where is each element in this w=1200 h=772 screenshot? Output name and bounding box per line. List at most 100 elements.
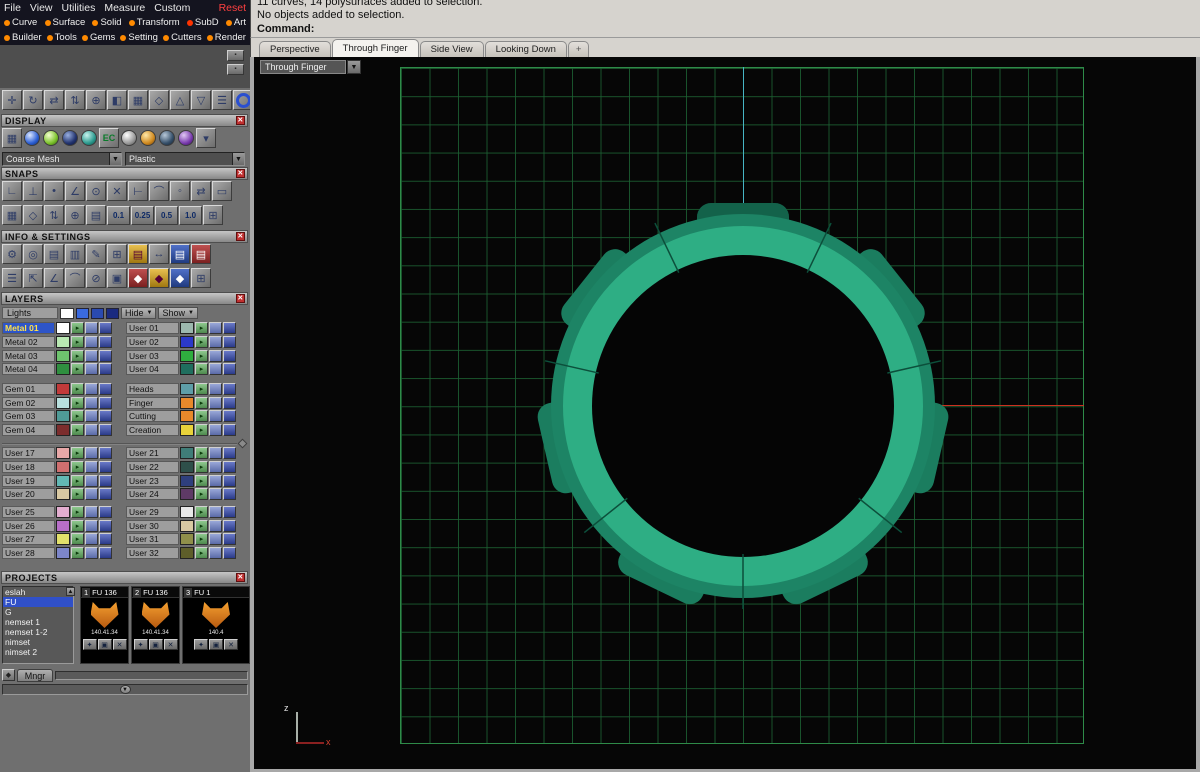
layer-row-user-32[interactable]: User 32 ▸ (126, 546, 236, 560)
panel-options-button[interactable]: ▪ (227, 64, 244, 75)
layer-lock-button[interactable] (85, 410, 98, 423)
curve-length-icon[interactable]: ⌒ (65, 268, 85, 288)
layer-row-user-27[interactable]: User 27 ▸ (2, 533, 112, 546)
view-selector-chevron-icon[interactable]: ▼ (347, 60, 361, 74)
layer-material-button[interactable] (99, 382, 112, 395)
layer-on-button[interactable]: ▸ (71, 533, 84, 546)
layer-lock-button[interactable] (85, 423, 98, 436)
layer-on-button[interactable]: ▸ (195, 519, 208, 532)
layer-on-button[interactable]: ▸ (71, 474, 84, 487)
ghosted-view-icon[interactable] (43, 130, 59, 146)
snap-step-0.5-button[interactable]: 0.5 (155, 206, 178, 225)
lights-toggle-2[interactable] (91, 307, 104, 319)
layer-material-button[interactable] (223, 349, 236, 362)
layer-row-user-21[interactable]: User 21 ▸ (126, 447, 236, 460)
layer-row-user-20[interactable]: User 20 ▸ (2, 488, 112, 501)
project-thumbnail-1[interactable]: 1 FU 136 140.41.34 ✦ ▣ ✕ (80, 586, 129, 664)
layer-row-gem-04[interactable]: Gem 04 ▸ (2, 423, 112, 436)
layer-material-button[interactable] (99, 322, 112, 335)
layer-on-button[interactable]: ▸ (195, 349, 208, 362)
layer-row-user-22[interactable]: User 22 ▸ (126, 461, 236, 474)
thumb-grid-button[interactable]: ▣ (209, 639, 223, 650)
panel-collapse-button[interactable]: ▪ (227, 50, 244, 61)
layer-color-swatch[interactable] (180, 488, 194, 501)
layer-row-user-19[interactable]: User 19 ▸ (2, 474, 112, 487)
snap-step-0.25-button[interactable]: 0.25 (131, 206, 154, 225)
layer-on-button[interactable]: ▸ (195, 410, 208, 423)
layer-color-swatch[interactable] (180, 505, 194, 518)
array-icon[interactable]: ▦ (128, 90, 148, 110)
layer-color-swatch[interactable] (180, 335, 194, 348)
layer-row-user-23[interactable]: User 23 ▸ (126, 474, 236, 487)
layer-material-button[interactable] (99, 363, 112, 376)
layer-material-button[interactable] (99, 349, 112, 362)
layer-color-swatch[interactable] (180, 382, 194, 395)
shaded-view-icon[interactable] (24, 130, 40, 146)
layer-material-button[interactable] (99, 461, 112, 474)
launcher-tools[interactable]: Tools (46, 32, 77, 43)
layer-color-swatch[interactable] (180, 474, 194, 487)
view-selector-dropdown[interactable]: Through Finger (260, 60, 346, 74)
project-dock-button[interactable]: ◆ (2, 669, 15, 681)
layer-color-swatch[interactable] (56, 519, 70, 532)
layer-material-button[interactable] (223, 447, 236, 460)
tab-perspective[interactable]: Perspective (259, 41, 331, 57)
point-snap-icon[interactable]: • (44, 181, 64, 201)
grid-list-icon[interactable]: ☰ (2, 268, 22, 288)
layer-lock-button[interactable] (85, 382, 98, 395)
menu-custom[interactable]: Custom (154, 2, 190, 14)
layer-lock-button[interactable] (85, 322, 98, 335)
projects-close-icon[interactable]: ✕ (236, 573, 245, 582)
notes-icon[interactable]: ✎ (86, 244, 106, 264)
viewport-canvas[interactable]: Through Finger ▼ z x (250, 57, 1200, 772)
lights-color-swatch[interactable] (60, 307, 74, 319)
tab-side-view[interactable]: Side View (419, 41, 484, 57)
layer-color-swatch[interactable] (180, 519, 194, 532)
layer-on-button[interactable]: ▸ (71, 423, 84, 436)
layer-material-button[interactable] (223, 488, 236, 501)
layer-lock-button[interactable] (209, 410, 222, 423)
layer-lock-button[interactable] (209, 519, 222, 532)
launcher-builder[interactable]: Builder (4, 32, 42, 43)
info-close-icon[interactable]: ✕ (236, 232, 245, 241)
layer-on-button[interactable]: ▸ (195, 488, 208, 501)
layer-on-button[interactable]: ▸ (195, 447, 208, 460)
thumb-delete-button[interactable]: ✕ (224, 639, 238, 650)
layer-on-button[interactable]: ▸ (195, 363, 208, 376)
settings-gear-icon[interactable]: ⚙ (2, 244, 22, 264)
tab-through-finger[interactable]: Through Finger (331, 39, 419, 57)
display-close-icon[interactable]: ✕ (236, 116, 245, 125)
layer-row-heads[interactable]: Heads ▸ (126, 382, 236, 396)
layer-on-button[interactable]: ▸ (71, 488, 84, 501)
thumb-grid-button[interactable]: ▣ (97, 639, 112, 650)
layer-color-swatch[interactable] (180, 396, 194, 409)
layer-color-swatch[interactable] (56, 447, 70, 460)
layer-color-swatch[interactable] (180, 322, 194, 335)
hide-dropdown[interactable]: Hide ▼ (121, 307, 157, 319)
layer-on-button[interactable]: ▸ (71, 382, 84, 395)
quad-snap-icon[interactable]: ◦ (170, 181, 190, 201)
project-thumbnail-3[interactable]: 3 FU 1 140.4 ✦ ▣ ✕ (182, 586, 250, 664)
layer-color-swatch[interactable] (56, 423, 70, 436)
layer-material-button[interactable] (223, 382, 236, 395)
emerald-shade-icon[interactable]: EC (99, 128, 119, 148)
tangent-snap-icon[interactable]: ⌒ (149, 181, 169, 201)
display-more-icon[interactable]: ▾ (196, 128, 216, 148)
layer-row-user-29[interactable]: User 29 ▸ (126, 505, 236, 519)
layer-color-swatch[interactable] (56, 461, 70, 474)
project-item[interactable]: nimset (3, 637, 73, 647)
layer-row-metal-01[interactable]: Metal 01 ▸ (2, 322, 112, 335)
project-snap-icon[interactable]: ⇄ (191, 181, 211, 201)
launcher-transform[interactable]: Transform (128, 17, 180, 28)
layer-row-user-25[interactable]: User 25 ▸ (2, 505, 112, 519)
layer-row-metal-03[interactable]: Metal 03 ▸ (2, 349, 112, 362)
layer-material-button[interactable] (223, 410, 236, 423)
project-list-scroll-up-icon[interactable]: ▲ (66, 587, 75, 596)
menu-file[interactable]: File (4, 2, 21, 14)
sapphire-info-icon[interactable]: ◆ (170, 268, 190, 288)
layer-lock-button[interactable] (209, 349, 222, 362)
record-history-icon[interactable]: ▤ (86, 205, 106, 225)
layer-row-user-28[interactable]: User 28 ▸ (2, 546, 112, 560)
center-snap-icon[interactable]: ⊙ (86, 181, 106, 201)
layer-lock-button[interactable] (85, 488, 98, 501)
